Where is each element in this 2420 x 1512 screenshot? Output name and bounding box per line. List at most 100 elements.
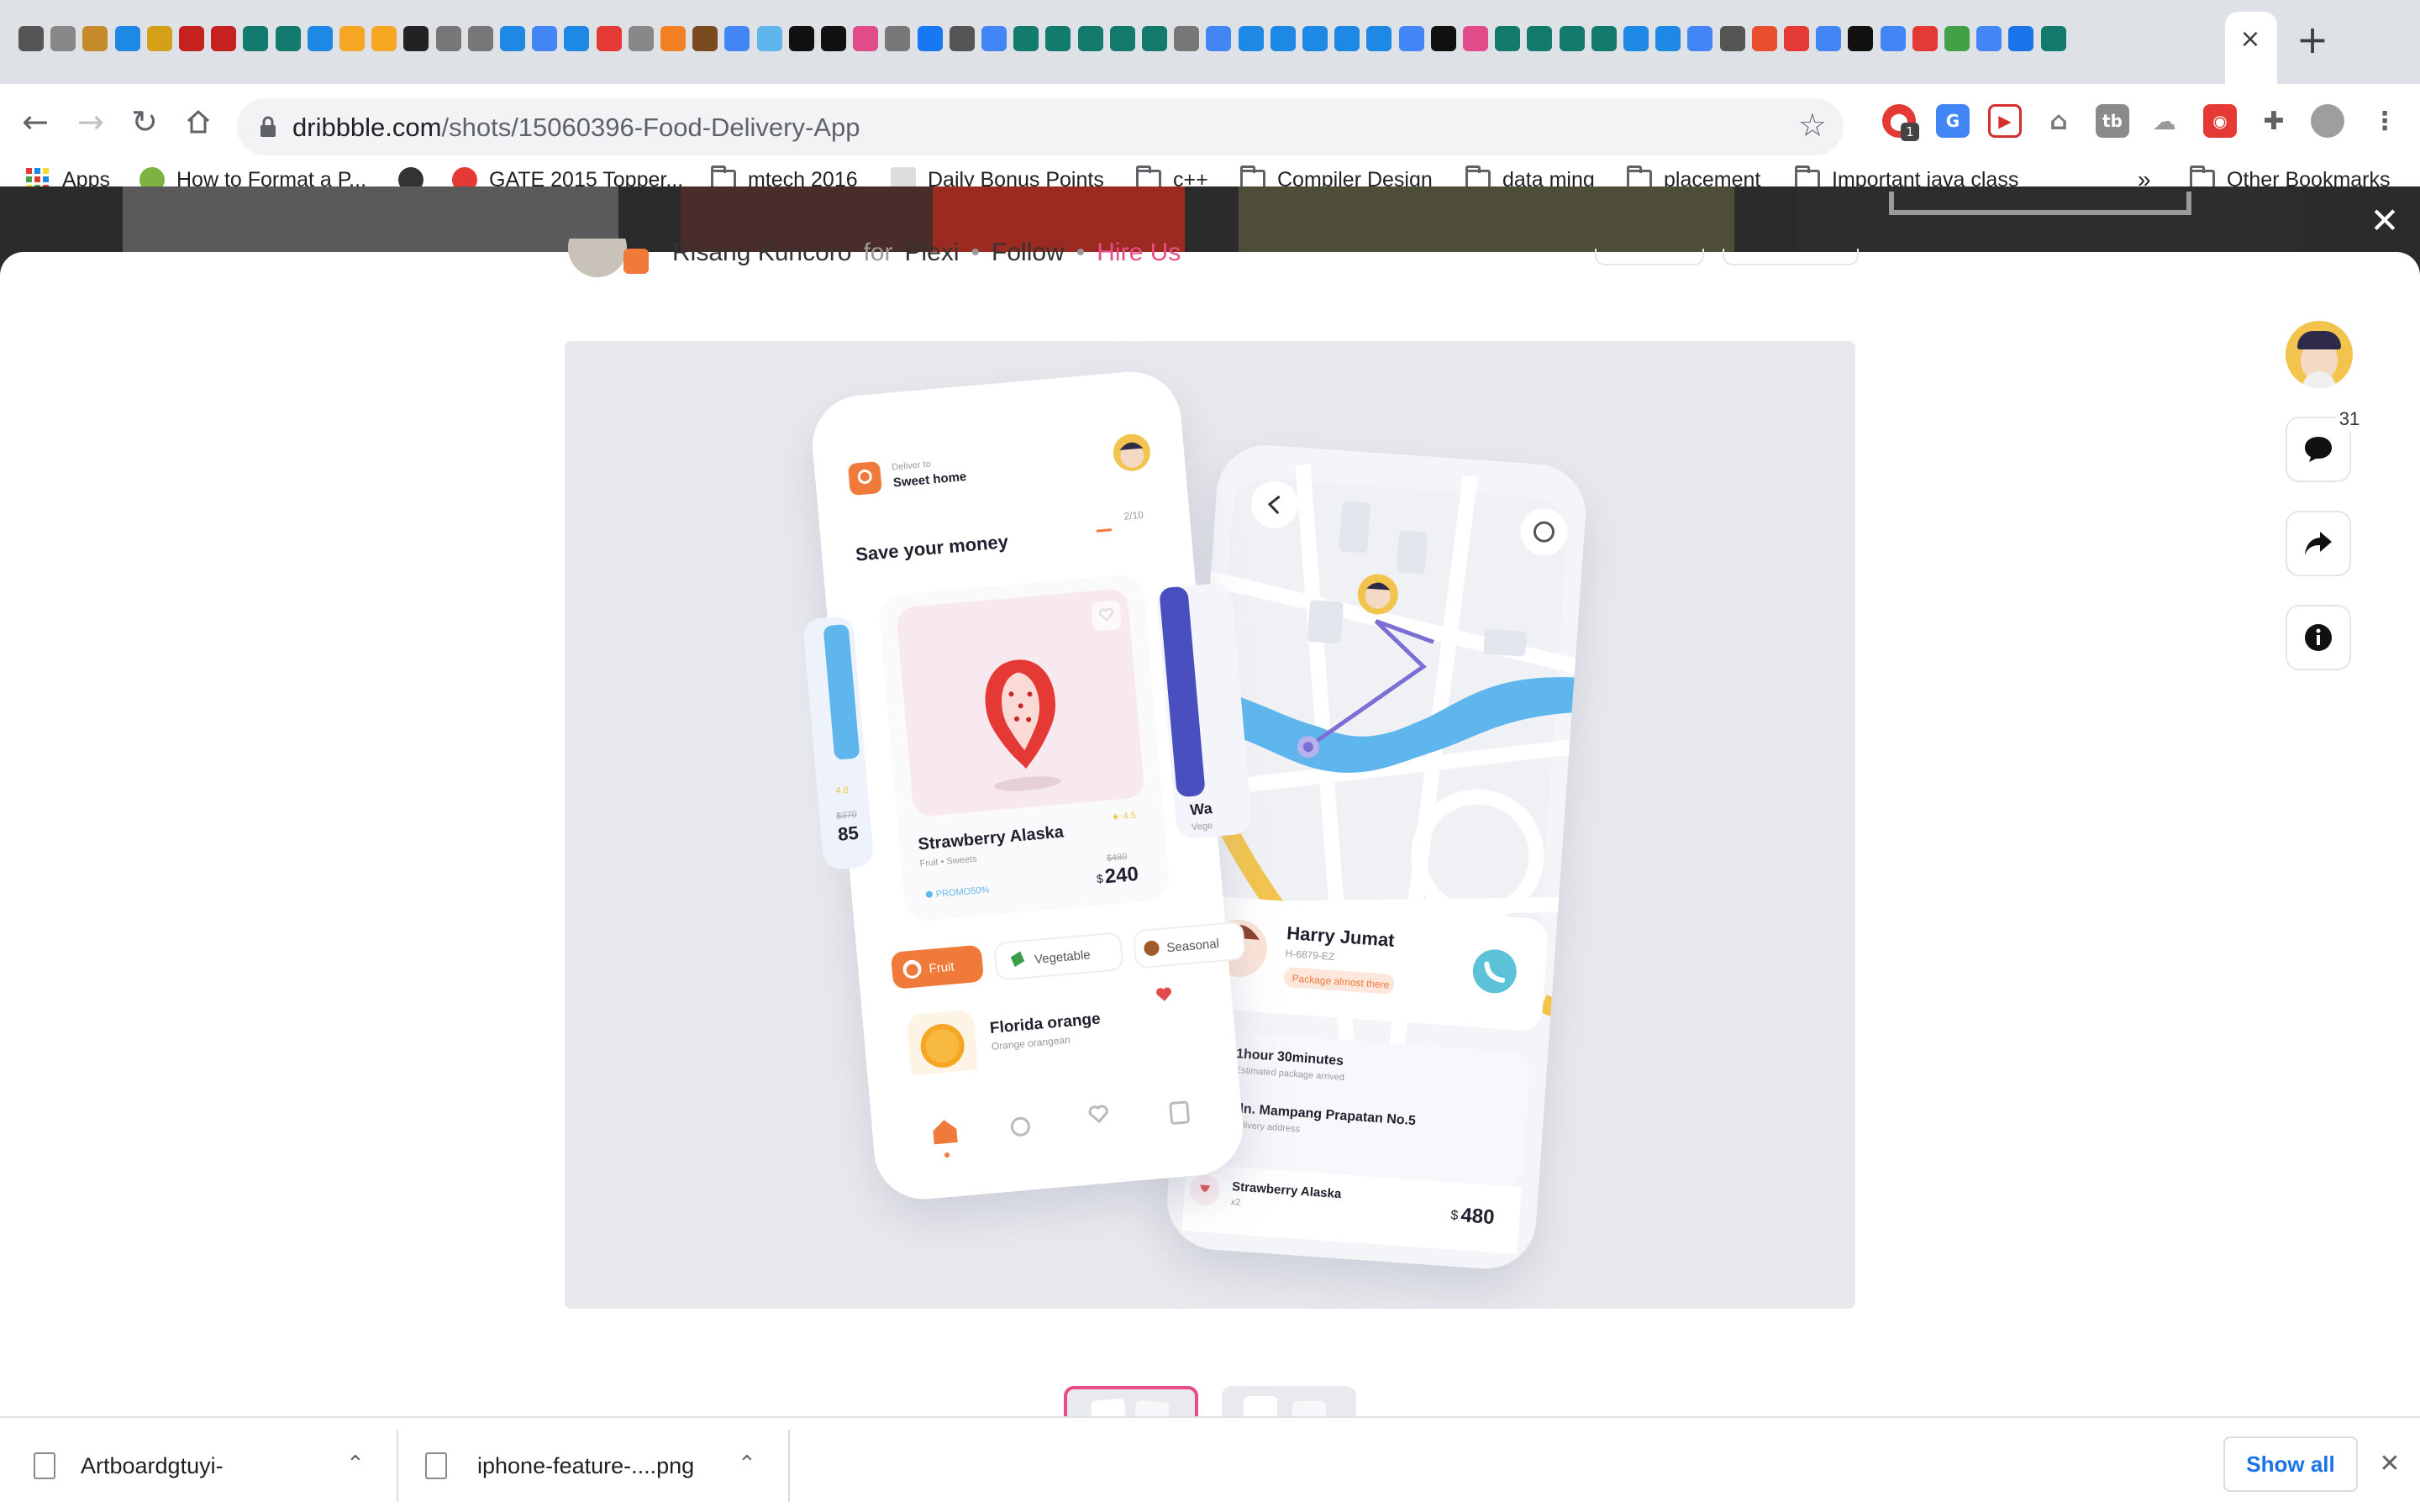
pinned-tab-favicon-icon[interactable] — [597, 26, 622, 51]
details-button[interactable] — [2286, 605, 2351, 670]
puzzle-extensions-icon[interactable]: ✚ — [2257, 104, 2291, 138]
designer-avatar-sidebar[interactable] — [2286, 321, 2353, 388]
forward-icon[interactable]: → — [67, 98, 114, 145]
pinned-tab-favicon-icon[interactable] — [1431, 26, 1456, 51]
cloud-extension-icon[interactable]: ☁ — [2148, 104, 2181, 138]
share-button[interactable] — [2286, 511, 2351, 576]
download-item[interactable]: iphone-feature-....png ⌃ — [425, 1418, 761, 1512]
pinned-tab-favicon-icon[interactable] — [1752, 26, 1777, 51]
pinned-tab-favicon-icon[interactable] — [821, 26, 846, 51]
pinned-tab-favicon-icon[interactable] — [1912, 26, 1938, 51]
pinned-tab-favicon-icon[interactable] — [564, 26, 589, 51]
pinned-tab-favicon-icon[interactable] — [853, 26, 878, 51]
pinned-tab-favicon-icon[interactable] — [1270, 26, 1296, 51]
tb-extension-icon[interactable]: tb — [2096, 104, 2129, 138]
pinned-tab-favicon-icon[interactable] — [1623, 26, 1649, 51]
reload-icon[interactable]: ↻ — [121, 98, 168, 145]
pinned-tab-favicon-icon[interactable] — [1239, 26, 1264, 51]
pinned-tab-favicon-icon[interactable] — [918, 26, 943, 51]
pinned-tab-favicon-icon[interactable] — [1560, 26, 1585, 51]
pinned-tab-favicon-icon[interactable] — [50, 26, 76, 51]
hire-us-link[interactable]: Hire Us — [1097, 239, 1181, 267]
pinned-tab-favicon-icon[interactable] — [724, 26, 750, 51]
pinned-tab-favicon-icon[interactable] — [211, 26, 236, 51]
tab-close-icon[interactable]: × — [2237, 24, 2264, 54]
pinned-tab-favicon-icon[interactable] — [371, 26, 397, 51]
address-bar[interactable]: dribbble.com/shots/15060396-Food-Deliver… — [237, 98, 1844, 155]
pinned-tab-favicon-icon[interactable] — [308, 26, 333, 51]
pinned-tab-favicon-icon[interactable] — [1399, 26, 1424, 51]
chevron-up-icon[interactable]: ⌃ — [738, 1452, 756, 1477]
pinned-tab-favicon-icon[interactable] — [82, 26, 108, 51]
pinned-tab-favicon-icon[interactable] — [1366, 26, 1392, 51]
pinned-tab-favicon-icon[interactable] — [1013, 26, 1039, 51]
pinned-tab-favicon-icon[interactable] — [1655, 26, 1681, 51]
pinned-tab-favicon-icon[interactable] — [532, 26, 557, 51]
shot-image[interactable]: Harry Jumat H-6879-EZ Package almost the… — [565, 341, 1855, 1309]
pinned-tab-favicon-icon[interactable] — [1142, 26, 1167, 51]
menu-icon[interactable]: ⋮ — [2368, 104, 2402, 138]
pinned-tab-favicon-icon[interactable] — [1720, 26, 1745, 51]
pinned-tab-favicon-icon[interactable] — [115, 26, 140, 51]
pinned-tab-favicon-icon[interactable] — [147, 26, 172, 51]
close-modal-icon[interactable]: ✕ — [2366, 200, 2403, 241]
pinned-tab-favicon-icon[interactable] — [1591, 26, 1617, 51]
pinned-tab-favicon-icon[interactable] — [789, 26, 814, 51]
profile-avatar[interactable] — [2311, 104, 2344, 138]
pinned-tab-favicon-icon[interactable] — [629, 26, 654, 51]
pinned-tab-favicon-icon[interactable] — [981, 26, 1007, 51]
pinned-tab-favicon-icon[interactable] — [1881, 26, 1906, 51]
pinned-tab-favicon-icon[interactable] — [1944, 26, 1970, 51]
media-extension-icon[interactable]: ▶ — [1988, 104, 2022, 138]
pinned-tab-favicon-icon[interactable] — [660, 26, 686, 51]
pinned-tab-favicon-icon[interactable] — [1206, 26, 1231, 51]
pinned-tab-favicon-icon[interactable] — [179, 26, 204, 51]
pinned-tab-favicon-icon[interactable] — [1045, 26, 1071, 51]
pinned-tab-favicon-icon[interactable] — [243, 26, 268, 51]
pinned-tab-favicon-icon[interactable] — [1495, 26, 1520, 51]
pinned-tab-favicon-icon[interactable] — [18, 26, 44, 51]
team-name[interactable]: Plexi — [904, 239, 959, 267]
pinned-tab-favicon-icon[interactable] — [468, 26, 493, 51]
close-downloads-icon[interactable]: ✕ — [2375, 1448, 2405, 1478]
pinned-tab-favicon-icon[interactable] — [950, 26, 975, 51]
pinned-tab-favicon-icon[interactable] — [757, 26, 782, 51]
pinned-tab-favicon-icon[interactable] — [403, 26, 429, 51]
translate-extension-icon[interactable]: G — [1936, 104, 1970, 138]
pinned-tab-favicon-icon[interactable] — [1463, 26, 1488, 51]
eye-extension-icon[interactable]: ◉ — [2203, 104, 2237, 138]
pinned-tab-favicon-icon[interactable] — [1848, 26, 1873, 51]
pinned-tab-favicon-icon[interactable] — [1816, 26, 1841, 51]
pinned-tab-favicon-icon[interactable] — [1976, 26, 2002, 51]
pinned-tab-favicon-icon[interactable] — [2041, 26, 2066, 51]
pinned-tab-favicon-icon[interactable] — [1110, 26, 1135, 51]
tag-extension-icon[interactable]: ⌂ — [2042, 104, 2075, 138]
pinned-tab-favicon-icon[interactable] — [276, 26, 301, 51]
pinned-tab-favicon-icon[interactable] — [692, 26, 718, 51]
pinned-tab-favicon-icon[interactable] — [1302, 26, 1328, 51]
home-icon[interactable] — [175, 98, 222, 145]
pinned-tab-favicon-icon[interactable] — [1527, 26, 1552, 51]
save-button[interactable] — [1595, 249, 1704, 265]
back-icon[interactable]: ← — [12, 98, 59, 145]
pinned-tab-favicon-icon[interactable] — [2008, 26, 2033, 51]
pinned-tab-favicon-icon[interactable] — [1784, 26, 1809, 51]
designer-name[interactable]: Risang Kuncoro — [672, 239, 851, 267]
follow-link[interactable]: Follow — [992, 239, 1065, 267]
pinned-tab-favicon-icon[interactable] — [500, 26, 525, 51]
like-button[interactable] — [1723, 249, 1859, 265]
pinned-tab-favicon-icon[interactable] — [1334, 26, 1360, 51]
new-tab-button[interactable]: + — [2295, 17, 2330, 62]
pinned-tab-favicon-icon[interactable] — [436, 26, 461, 51]
show-all-button[interactable]: Show all — [2223, 1436, 2358, 1492]
download-item[interactable]: Artboardgtuyi- ⌃ — [34, 1418, 370, 1512]
chevron-up-icon[interactable]: ⌃ — [346, 1452, 365, 1477]
pinned-tab-favicon-icon[interactable] — [885, 26, 910, 51]
pinned-tab-favicon-icon[interactable] — [1078, 26, 1103, 51]
designer-avatar[interactable] — [568, 239, 627, 277]
pinned-tab-favicon-icon[interactable] — [339, 26, 365, 51]
team-logo[interactable] — [623, 249, 649, 274]
pinned-tab-favicon-icon[interactable] — [1174, 26, 1199, 51]
bookmark-star-icon[interactable]: ☆ — [1798, 107, 1827, 144]
pinned-tab-favicon-icon[interactable] — [1687, 26, 1712, 51]
